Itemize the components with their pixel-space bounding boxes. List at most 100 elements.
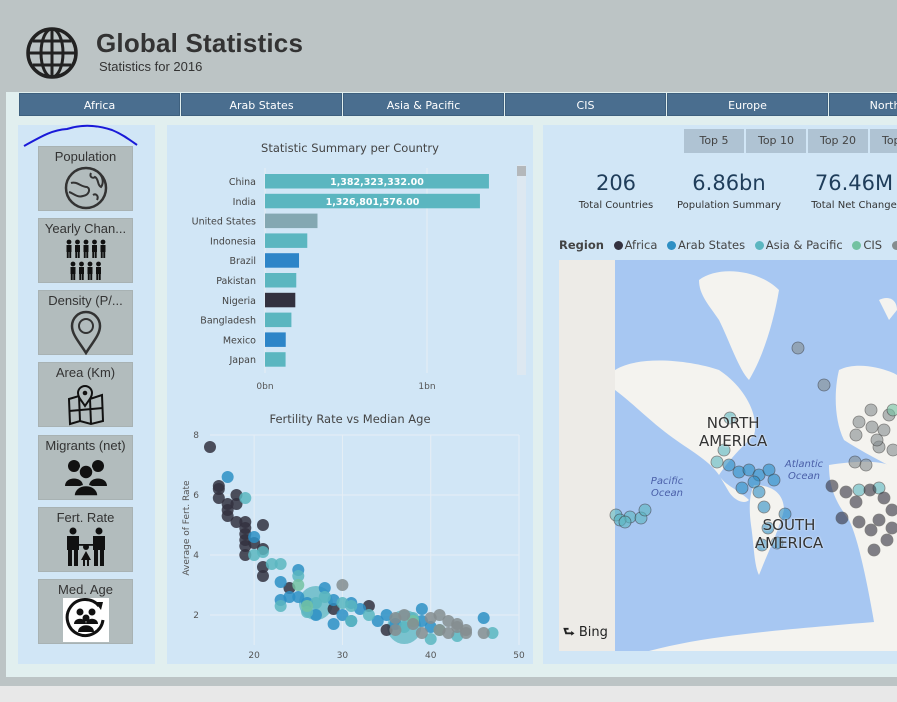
metric-button-med-age[interactable]: Med. Age <box>38 579 133 644</box>
metric-button-migrants[interactable]: Migrants (net) <box>38 435 133 500</box>
bar <box>265 273 297 288</box>
scatter-point <box>345 600 358 612</box>
map-bubble <box>852 483 866 497</box>
metric-button-yearly-change[interactable]: Yearly Chan... <box>38 218 133 283</box>
legend-item-africa[interactable]: Africa <box>613 238 658 252</box>
legend-dot <box>852 241 862 250</box>
bar-category-label: Nigeria <box>222 296 256 307</box>
scatter-point <box>248 531 261 543</box>
map-label-south-america: SOUTH AMERICA <box>754 516 824 552</box>
bar <box>265 253 300 268</box>
scatter-point <box>389 624 402 636</box>
scatter-chart: 246820304050Average of Med. AgeAverage o… <box>182 431 525 661</box>
charts-panel: Statistic Summary per Country China 1,382… <box>167 125 533 664</box>
map-bubble <box>870 433 884 447</box>
scatter-point <box>460 624 473 636</box>
metric-button-fert-rate[interactable]: Fert. Rate <box>38 507 133 572</box>
legend-item-asia-pacific[interactable]: Asia & Pacific <box>754 238 843 252</box>
legend-item-cis[interactable]: CIS <box>852 238 882 252</box>
bar <box>265 352 286 367</box>
bubble-map[interactable]: NORTH AMERICA SOUTH AMERICA Pacific Ocean A… <box>559 260 897 651</box>
map-label-north-america: NORTH AMERICA <box>699 414 768 450</box>
map-bubble <box>638 503 652 517</box>
legend-label: CIS <box>863 238 883 252</box>
map-bubble <box>885 503 897 517</box>
bar-category-label: Japan <box>229 355 257 366</box>
map-bubble <box>864 403 878 417</box>
map-bubble <box>710 455 724 469</box>
bar <box>265 312 292 328</box>
map-bubble <box>757 500 771 514</box>
kpi-label: Population Summary <box>676 200 782 211</box>
top-5-button[interactable]: Top 5 <box>684 129 744 153</box>
region-tab-asia-pacific[interactable]: Asia & Pacific <box>343 93 504 116</box>
map-pin-icon <box>70 310 101 355</box>
legend-label: Asia & Pacific <box>765 238 843 252</box>
region-tab-north-america[interactable]: North America <box>829 93 897 116</box>
bing-icon: ⮑ <box>563 625 575 640</box>
map-bubble <box>859 458 873 472</box>
y-axis-title: Average of Fert. Rate <box>182 480 192 576</box>
scatter-point <box>327 618 340 630</box>
map-canvas <box>609 271 897 651</box>
scrollbar-thumb[interactable] <box>517 166 526 176</box>
map-bubble <box>618 515 632 529</box>
top-20-button[interactable]: Top 20 <box>808 129 868 153</box>
bar-category-label: India <box>233 197 256 208</box>
kpi-value: 76.46M <box>814 171 894 195</box>
metric-label: Med. Age <box>58 582 113 597</box>
top-50-button[interactable]: Top 50 <box>870 129 897 153</box>
report-page: Global Statistics Statistics for 2016 Af… <box>0 0 897 702</box>
metric-button-area[interactable]: Area (Km) <box>38 362 133 427</box>
kpi-total-countries: 206 Total Countries <box>561 171 671 211</box>
bar <box>265 292 296 308</box>
family-icon <box>66 527 105 566</box>
scatter-point <box>301 600 314 612</box>
pen-annotation <box>23 124 138 147</box>
scatter-point <box>221 471 234 483</box>
map-bubble <box>886 443 897 457</box>
map-bubble <box>865 420 879 434</box>
map-bubble <box>848 455 862 469</box>
map-bubble <box>886 403 897 417</box>
globe-icon <box>26 27 78 79</box>
region-tab-cis[interactable]: CIS <box>505 93 666 116</box>
region-tab-europe[interactable]: Europe <box>667 93 828 116</box>
metric-button-population[interactable]: Population <box>38 146 133 211</box>
legend-title: Region <box>559 238 604 252</box>
kpi-value: 206 <box>595 171 637 195</box>
map-bubble <box>852 515 866 529</box>
legend-item-europe[interactable]: Europe <box>891 238 897 252</box>
kpi-population-summary: 6.86bn Population Summary <box>674 171 784 211</box>
metric-label: Fert. Rate <box>56 510 115 525</box>
map-bubble <box>872 513 886 527</box>
scatter-point <box>407 618 420 630</box>
region-tab-africa[interactable]: Africa <box>19 93 180 116</box>
scatter-point <box>318 591 331 603</box>
bar-chart: China 1,382,323,332.00 India 1,326,801,576.… <box>192 165 526 392</box>
y-tick-label: 2 <box>193 611 199 621</box>
metric-selector-panel: Population Yearly Chan... Density (P/... <box>18 125 155 664</box>
scatter-point <box>477 627 490 639</box>
legend-item-arab-states[interactable]: Arab States <box>667 238 745 252</box>
scatter-point <box>256 570 269 582</box>
ocean-label-atlantic: Atlantic Ocean <box>784 459 824 482</box>
x-tick-label: 0bn <box>256 382 273 392</box>
scatter-point <box>256 546 269 558</box>
scatter-point <box>415 627 428 639</box>
map-panel: Top 5 Top 10 Top 20 Top 50 206 Total Cou… <box>543 125 897 664</box>
scatter-point <box>362 609 375 621</box>
metric-button-density[interactable]: Density (P/... <box>38 290 133 355</box>
folded-map-icon <box>67 385 104 426</box>
legend-label: Africa <box>624 238 658 252</box>
map-bubble <box>852 415 866 429</box>
region-tab-arab-states[interactable]: Arab States <box>181 93 342 116</box>
top-10-button[interactable]: Top 10 <box>746 129 806 153</box>
map-bubble <box>849 495 863 509</box>
bar <box>265 213 318 229</box>
map-bubble <box>863 483 877 497</box>
bar <box>265 332 286 347</box>
x-tick-label: 50 <box>513 651 525 661</box>
bar-category-label: Indonesia <box>210 236 256 247</box>
map-bubble <box>835 511 849 525</box>
